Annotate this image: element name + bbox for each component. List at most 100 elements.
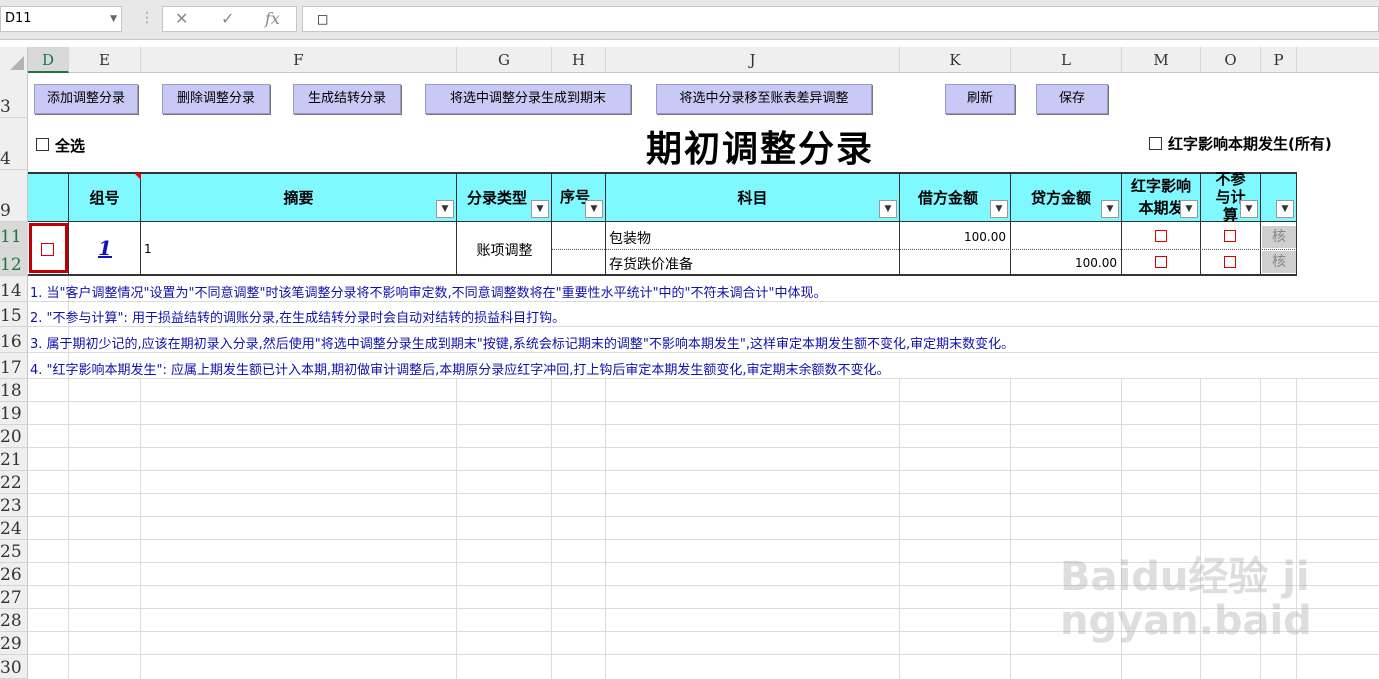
entry-summary[interactable]: 1 bbox=[144, 242, 152, 256]
entry-type[interactable]: 账项调整 bbox=[457, 240, 552, 260]
more-icon: ⋮ bbox=[140, 10, 154, 26]
watermark-logo: Baidu经验 jingyan.baidu.com bbox=[1060, 555, 1360, 645]
grid-line bbox=[28, 516, 1379, 517]
select-all-label: 全选 bbox=[55, 137, 86, 155]
column-header-l[interactable]: L bbox=[1011, 47, 1122, 73]
note-4: 4. "红字影响本期发生": 应属上期发生额已计入本期,期初做审计调整后,本期原… bbox=[30, 363, 890, 378]
filter-dropdown-icon[interactable]: ▼ bbox=[1276, 200, 1294, 218]
row-header-4[interactable]: 4 bbox=[0, 118, 28, 170]
header-credit-label: 贷方金额 bbox=[1031, 188, 1092, 207]
row-header-26[interactable]: 26 bbox=[0, 563, 28, 586]
name-box[interactable]: D11 ▼ bbox=[0, 6, 122, 32]
row-header-14[interactable]: 14 bbox=[0, 276, 28, 302]
grid-line bbox=[28, 424, 1379, 425]
add-entry-button[interactable]: 添加调整分录 bbox=[34, 84, 138, 114]
red-affect-all-checkbox[interactable] bbox=[1149, 137, 1162, 150]
column-header-k[interactable]: K bbox=[900, 47, 1011, 73]
row-header-17[interactable]: 17 bbox=[0, 353, 28, 379]
not-calc-checkbox-2[interactable] bbox=[1224, 256, 1236, 268]
red-affect-checkbox-1[interactable] bbox=[1155, 230, 1167, 242]
row-header-30[interactable]: 30 bbox=[0, 655, 28, 679]
row-header-15[interactable]: 15 bbox=[0, 302, 28, 327]
row-header-9[interactable]: 9 bbox=[0, 170, 28, 222]
filter-dropdown-icon[interactable]: ▼ bbox=[585, 200, 603, 218]
row-header-18[interactable]: 18 bbox=[0, 379, 28, 402]
formula-buttons: ✕ ✓ fx bbox=[162, 6, 297, 32]
row-header-22[interactable]: 22 bbox=[0, 471, 28, 494]
delete-entry-button[interactable]: 删除调整分录 bbox=[162, 84, 270, 114]
column-header-d[interactable]: D bbox=[28, 47, 69, 73]
header-group-label: 组号 bbox=[89, 188, 120, 207]
check-button-2[interactable]: 核 bbox=[1262, 251, 1296, 273]
refresh-button[interactable]: 刷新 bbox=[945, 84, 1015, 114]
move-to-diff-button[interactable]: 将选中分录移至账表差异调整 bbox=[656, 84, 872, 114]
column-header-m[interactable]: M bbox=[1122, 47, 1201, 73]
generate-carryover-button[interactable]: 生成结转分录 bbox=[293, 84, 401, 114]
row-header-11[interactable]: 11 bbox=[0, 222, 28, 248]
cancel-icon[interactable]: ✕ bbox=[175, 9, 188, 28]
row-header-19[interactable]: 19 bbox=[0, 402, 28, 425]
row-header-20[interactable]: 20 bbox=[0, 425, 28, 448]
row-header-23[interactable]: 23 bbox=[0, 494, 28, 517]
chevron-down-icon[interactable]: ▼ bbox=[110, 7, 117, 31]
row-header-3[interactable]: 3 bbox=[0, 73, 28, 118]
select-all-corner[interactable] bbox=[0, 47, 28, 73]
entry-subject-2[interactable]: 存货跌价准备 bbox=[609, 254, 693, 274]
entry-subject-1[interactable]: 包装物 bbox=[609, 228, 651, 248]
formula-value: □ bbox=[317, 12, 329, 26]
header-group: 组号 bbox=[69, 172, 141, 222]
note-3: 3. 属于期初少记的,应该在期初录入分录,然后使用"将选中调整分录生成到期末"按… bbox=[30, 337, 1015, 352]
column-header-p[interactable]: P bbox=[1261, 47, 1297, 73]
filter-dropdown-icon[interactable]: ▼ bbox=[436, 200, 454, 218]
confirm-icon[interactable]: ✓ bbox=[221, 9, 234, 28]
column-header-o[interactable]: O bbox=[1201, 47, 1261, 73]
grid-line bbox=[28, 401, 1379, 402]
check-button-1[interactable]: 核 bbox=[1262, 226, 1296, 248]
row-header-27[interactable]: 27 bbox=[0, 586, 28, 609]
watermark-text: Baidu经验 jingyan.baidu.com bbox=[1060, 555, 1312, 645]
filter-dropdown-icon[interactable]: ▼ bbox=[1240, 200, 1258, 218]
function-icon[interactable]: fx bbox=[265, 9, 280, 28]
filter-dropdown-icon[interactable]: ▼ bbox=[531, 200, 549, 218]
grid-line bbox=[28, 654, 1379, 655]
entry-select-checkbox[interactable] bbox=[41, 243, 54, 256]
grid-line bbox=[28, 539, 1379, 540]
row-header-28[interactable]: 28 bbox=[0, 609, 28, 632]
formula-input[interactable]: □ bbox=[302, 6, 1379, 32]
column-header-h[interactable]: H bbox=[552, 47, 606, 73]
column-header-j[interactable]: J bbox=[606, 47, 900, 73]
filter-dropdown-icon[interactable]: ▼ bbox=[990, 200, 1008, 218]
row-header-12[interactable]: 12 bbox=[0, 248, 28, 276]
entry-group-link[interactable]: 1 bbox=[69, 236, 141, 260]
row-header-29[interactable]: 29 bbox=[0, 632, 28, 655]
row-header-16[interactable]: 16 bbox=[0, 327, 28, 353]
header-summary-label: 摘要 bbox=[283, 188, 314, 207]
row-header-21[interactable]: 21 bbox=[0, 448, 28, 471]
grid-line bbox=[28, 470, 1379, 471]
note-2: 2. "不参与计算": 用于损益结转的调账分录,在生成结转分录时会自动对结转的损… bbox=[30, 311, 566, 326]
name-box-value: D11 bbox=[5, 11, 32, 26]
note-1: 1. 当"客户调整情况"设置为"不同意调整"时该笔调整分录将不影响审定数,不同意… bbox=[30, 286, 827, 301]
header-subject: 科目 bbox=[606, 172, 900, 222]
header-summary: 摘要 bbox=[141, 172, 457, 222]
filter-dropdown-icon[interactable]: ▼ bbox=[1180, 200, 1198, 218]
filter-dropdown-icon[interactable]: ▼ bbox=[879, 200, 897, 218]
row-header-24[interactable]: 24 bbox=[0, 517, 28, 540]
column-header-f[interactable]: F bbox=[141, 47, 457, 73]
red-affect-all-label: 红字影响本期发生(所有) bbox=[1168, 135, 1332, 153]
grid-line bbox=[28, 447, 1379, 448]
row-header-25[interactable]: 25 bbox=[0, 540, 28, 563]
generate-to-end-button[interactable]: 将选中调整分录生成到期末 bbox=[425, 84, 631, 114]
entry-credit-2[interactable]: 100.00 bbox=[1011, 256, 1117, 270]
filter-dropdown-icon[interactable]: ▼ bbox=[1101, 200, 1119, 218]
save-button[interactable]: 保存 bbox=[1036, 84, 1108, 114]
not-calc-checkbox-1[interactable] bbox=[1224, 230, 1236, 242]
column-header-e[interactable]: E bbox=[69, 47, 141, 73]
select-all-checkbox[interactable] bbox=[36, 138, 49, 151]
grid-line bbox=[28, 326, 1379, 327]
header-subject-label: 科目 bbox=[737, 188, 768, 207]
column-header-g[interactable]: G bbox=[457, 47, 552, 73]
entry-debit-1[interactable]: 100.00 bbox=[900, 230, 1006, 244]
header-type-label: 分录类型 bbox=[467, 188, 528, 207]
red-affect-checkbox-2[interactable] bbox=[1155, 256, 1167, 268]
